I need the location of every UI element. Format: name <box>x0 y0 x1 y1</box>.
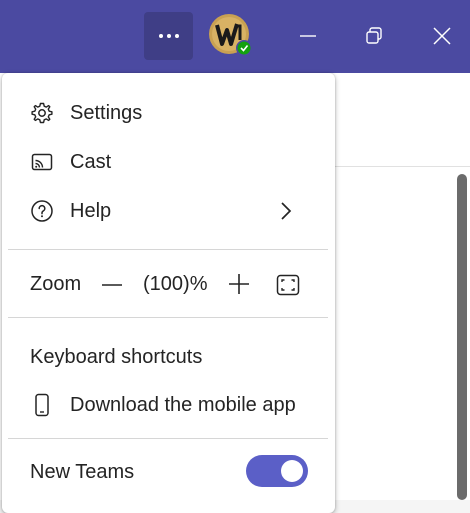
close-button[interactable] <box>426 20 458 52</box>
zoom-level-value: (100)% <box>143 273 208 295</box>
menu-item-label: New Teams <box>30 460 135 483</box>
close-icon <box>433 27 451 45</box>
ellipsis-dot-icon <box>166 34 171 38</box>
cast-icon <box>30 150 54 174</box>
minimize-button[interactable] <box>292 20 324 52</box>
scrollbar[interactable] <box>457 174 467 500</box>
more-options-button[interactable] <box>144 12 193 60</box>
help-circle-icon <box>30 199 54 223</box>
zoom-out-button[interactable] <box>99 273 125 297</box>
menu-item-label: Keyboard shortcuts <box>30 345 203 368</box>
content-divider <box>320 166 470 167</box>
phone-icon <box>30 393 54 417</box>
title-bar <box>0 0 470 73</box>
zoom-in-button[interactable] <box>226 271 252 297</box>
new-teams-toggle[interactable] <box>246 455 308 487</box>
avatar[interactable] <box>209 14 253 58</box>
menu-item-label: Cast <box>70 150 112 173</box>
menu-divider <box>8 438 328 439</box>
ellipsis-dot-icon <box>174 34 179 38</box>
zoom-control: Zoom (100)% <box>2 263 335 307</box>
menu-divider <box>8 317 328 318</box>
menu-item-help[interactable]: Help <box>2 189 335 233</box>
menu-item-label: Download the mobile app <box>70 393 296 416</box>
toggle-knob <box>281 460 303 482</box>
menu-item-settings[interactable]: Settings <box>2 91 335 135</box>
menu-item-label: Help <box>70 199 112 222</box>
ellipsis-dot-icon <box>158 34 163 38</box>
restore-icon <box>366 27 382 44</box>
menu-item-keyboard-shortcuts[interactable]: Keyboard shortcuts <box>2 335 335 379</box>
gear-icon <box>30 101 54 125</box>
menu-item-cast[interactable]: Cast <box>2 140 335 184</box>
minimize-icon <box>300 35 316 37</box>
restore-button[interactable] <box>358 20 390 52</box>
chevron-right-icon <box>278 201 294 221</box>
menu-divider <box>8 249 328 250</box>
menu-item-label: Settings <box>70 101 143 124</box>
zoom-label: Zoom <box>30 273 82 295</box>
more-options-menu: Settings Cast Help Zoom (100)% Keyboard … <box>2 73 335 513</box>
menu-item-download-mobile-app[interactable]: Download the mobile app <box>2 383 335 427</box>
zoom-fit-icon[interactable] <box>275 272 301 298</box>
